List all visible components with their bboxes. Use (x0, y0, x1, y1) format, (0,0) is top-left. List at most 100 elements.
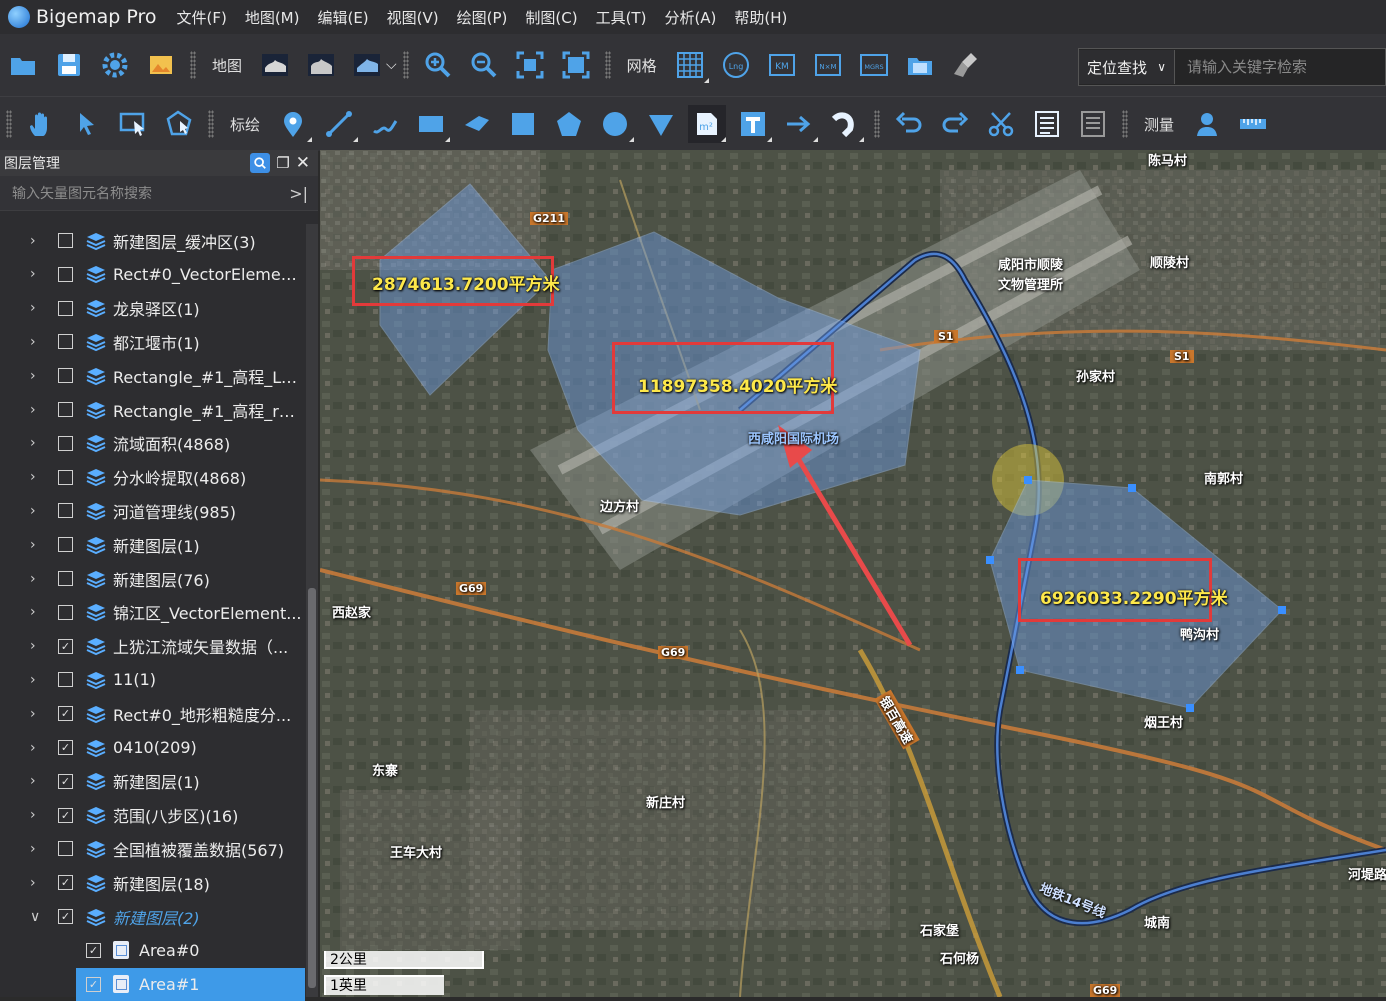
polygon-select-button[interactable] (160, 105, 198, 143)
select-button[interactable] (68, 105, 106, 143)
layer-visibility-checkbox[interactable] (58, 368, 73, 384)
km-grid-button[interactable]: KM (763, 46, 801, 84)
chevron-right-icon[interactable]: › (30, 604, 42, 620)
layer-row[interactable]: › 新建图层(76) (0, 562, 306, 595)
chevron-right-icon[interactable]: › (30, 638, 42, 654)
grid-button[interactable] (671, 46, 709, 84)
nm-grid-button[interactable]: N×M (809, 46, 847, 84)
layer-row[interactable]: › 都江堰市(1) (0, 325, 306, 358)
menu-draw[interactable]: 绘图(P) (457, 7, 508, 28)
keyword-search-input[interactable] (1175, 57, 1385, 77)
layer-scrollbar[interactable] (306, 224, 318, 997)
layer-visibility-checkbox[interactable]: ✓ (58, 807, 73, 823)
save-button[interactable] (50, 46, 88, 84)
freehand-tool[interactable] (366, 105, 404, 143)
layer-visibility-checkbox[interactable] (58, 266, 73, 282)
menu-tools[interactable]: 工具(T) (596, 7, 647, 28)
chevron-right-icon[interactable]: › (30, 875, 42, 891)
lnglat-grid-button[interactable]: Lng (717, 46, 755, 84)
chevron-right-icon[interactable]: › (30, 300, 42, 316)
layer-visibility-checkbox[interactable] (58, 469, 73, 485)
layer-row[interactable]: › ✓ 新建图层(18) (0, 866, 306, 899)
map-source-2-button[interactable] (302, 46, 340, 84)
pan-button[interactable] (22, 105, 60, 143)
layer-row[interactable]: › ✓ 范围(八步区)(16) (0, 799, 306, 832)
layer-visibility-checkbox[interactable] (58, 435, 73, 451)
layer-row[interactable]: › ✓ 新建图层(1) (0, 765, 306, 798)
restore-icon[interactable]: ❐ (276, 154, 289, 172)
layer-visibility-checkbox[interactable] (58, 334, 73, 350)
layer-folder-button[interactable] (901, 46, 939, 84)
chevron-down-icon[interactable]: ⌵ (386, 57, 397, 73)
layer-visibility-checkbox[interactable]: ✓ (58, 740, 73, 755)
layer-row[interactable]: › 11(1) (0, 663, 306, 696)
collapse-arrow-icon[interactable]: >| (289, 184, 308, 203)
layer-row[interactable]: › 龙泉驿区(1) (0, 292, 306, 325)
redo-button[interactable] (936, 105, 974, 143)
image-button[interactable] (142, 46, 180, 84)
circle-tool[interactable] (596, 105, 635, 143)
layer-visibility-checkbox[interactable]: ✓ (58, 875, 73, 891)
element-visibility-checkbox[interactable]: ✓ (86, 976, 101, 992)
layer-row[interactable]: › ✓ Rect#0_地形粗糙度分... (0, 697, 306, 730)
curve-arrow-tool[interactable] (826, 105, 865, 143)
area-measure-tool[interactable]: m² (688, 105, 727, 143)
search-mode-select[interactable]: 定位查找 ∨ (1079, 50, 1175, 84)
undo-button[interactable] (890, 105, 928, 143)
layer-row[interactable]: › Rectangle_#1_高程_Le... (0, 359, 306, 392)
attribute-table-button[interactable] (1028, 105, 1066, 143)
layer-row[interactable]: › 锦江区_VectorElement... (0, 596, 306, 629)
cut-button[interactable] (982, 105, 1020, 143)
layer-row[interactable]: › ✓ 0410(209) (0, 731, 306, 764)
layer-row[interactable]: › 分水岭提取(4868) (0, 461, 306, 494)
layer-row[interactable]: › ✓ 上犹江流域矢量数据（... (0, 630, 306, 663)
chevron-right-icon[interactable]: › (30, 571, 42, 587)
chevron-right-icon[interactable]: › (30, 334, 42, 350)
layer-child-row[interactable]: ✓ Area#0 (0, 934, 306, 967)
layer-visibility-checkbox[interactable] (58, 233, 73, 248)
chevron-right-icon[interactable]: › (30, 807, 42, 823)
menu-help[interactable]: 帮助(H) (734, 7, 787, 28)
layer-filter-input[interactable]: 输入矢量图元名称搜索 >| (0, 176, 318, 211)
menu-analysis[interactable]: 分析(A) (664, 7, 716, 28)
chevron-down-icon[interactable]: ∨ (30, 909, 42, 925)
text-tool[interactable] (734, 105, 773, 143)
close-icon[interactable]: ✕ (296, 153, 310, 173)
layer-visibility-checkbox[interactable] (58, 503, 73, 519)
scrollbar-thumb[interactable] (308, 588, 316, 988)
menu-view[interactable]: 视图(V) (387, 7, 439, 28)
zoom-in-button[interactable] (419, 46, 457, 84)
layer-child-row[interactable]: ✓ Area#1 (76, 967, 305, 1001)
layer-visibility-checkbox[interactable] (58, 841, 73, 857)
layer-visibility-checkbox[interactable] (58, 571, 73, 586)
arrow-tool[interactable] (780, 105, 819, 143)
menu-cartography[interactable]: 制图(C) (525, 7, 577, 28)
zoom-extent-button[interactable] (511, 46, 549, 84)
chevron-right-icon[interactable]: › (30, 435, 42, 451)
chevron-right-icon[interactable]: › (30, 402, 42, 418)
wedge-tool[interactable] (458, 105, 496, 143)
layer-row[interactable]: › 新建图层(1) (0, 528, 306, 561)
open-folder-button[interactable] (4, 46, 42, 84)
layer-list-button[interactable] (1074, 105, 1112, 143)
layer-visibility-checkbox[interactable] (58, 604, 73, 620)
layer-visibility-checkbox[interactable] (58, 402, 73, 417)
polygon-tool[interactable] (550, 105, 588, 143)
layer-visibility-checkbox[interactable]: ✓ (58, 909, 73, 924)
map-source-3-button[interactable] (348, 46, 386, 84)
chevron-right-icon[interactable]: › (30, 233, 42, 249)
layer-visibility-checkbox[interactable]: ✓ (58, 638, 73, 654)
chevron-right-icon[interactable]: › (30, 773, 42, 789)
rectangle-tool[interactable] (412, 105, 451, 143)
layer-visibility-checkbox[interactable] (58, 672, 73, 688)
marker-tool[interactable] (274, 105, 313, 143)
layer-visibility-checkbox[interactable] (58, 537, 73, 553)
layer-row[interactable]: › 新建图层_缓冲区(3) (0, 224, 306, 257)
settings-button[interactable] (96, 46, 134, 84)
menu-file[interactable]: 文件(F) (176, 7, 226, 28)
line-tool[interactable] (320, 105, 359, 143)
map-canvas[interactable]: G211 S1 S1 G69 G69 G69 陈马村 咸阳市顺陵 文物管理所 顺… (320, 150, 1386, 997)
square-tool[interactable] (504, 105, 542, 143)
layer-row[interactable]: › 河道管理线(985) (0, 494, 306, 527)
element-visibility-checkbox[interactable]: ✓ (86, 942, 101, 958)
